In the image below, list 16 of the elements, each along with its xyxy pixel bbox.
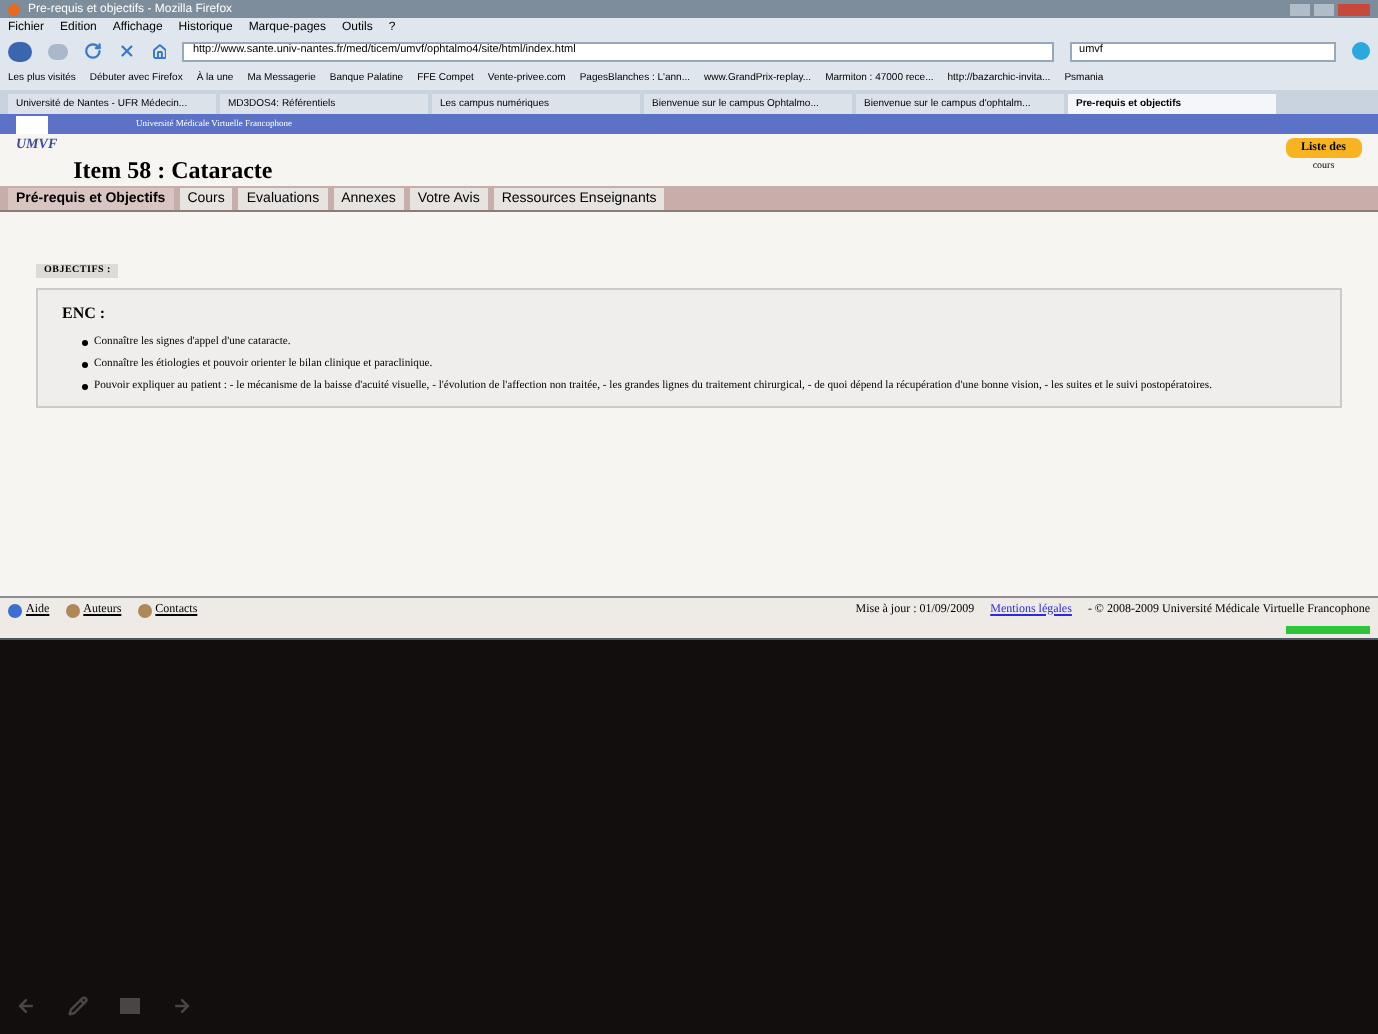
pen-icon[interactable] [68,996,88,1016]
home-icon[interactable] [151,43,167,59]
back-button[interactable] [8,41,32,61]
back-arrow-icon[interactable] [16,996,36,1016]
close-icon[interactable] [117,42,136,60]
forward-arrow-icon[interactable] [172,996,192,1016]
bullet-icon [82,339,88,345]
bullet-icon [82,361,88,367]
reload-icon[interactable] [83,42,102,60]
forward-button[interactable] [47,43,68,59]
bullet-icon [82,383,88,389]
close-button[interactable] [1338,3,1370,15]
maximize-button[interactable] [1314,3,1334,15]
section-heading: ENC : [62,302,108,326]
minimize-button[interactable] [1290,3,1310,15]
page-title: Item 58 : Cataracte [73,158,273,182]
